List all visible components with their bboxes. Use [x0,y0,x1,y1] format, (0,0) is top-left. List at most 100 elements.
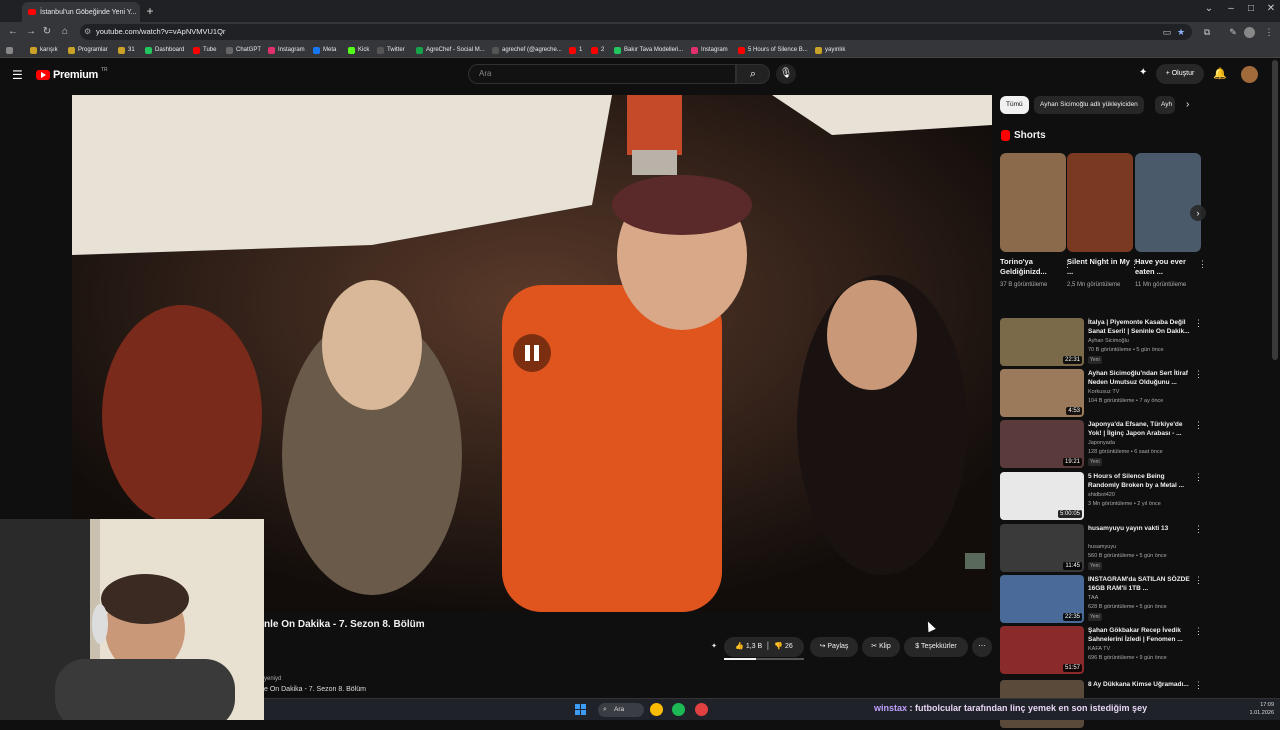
channel-name[interactable]: KAFA TV [1088,646,1110,652]
video-title[interactable]: 5 Hours of Silence Being Randomly Broken… [1088,472,1192,491]
short-thumbnail[interactable] [1067,153,1133,252]
video-thumbnail[interactable]: 4:53 [1000,369,1084,417]
short-card[interactable]: Torino'ya Geldiğinizd... 37 B görüntülem… [1000,153,1072,289]
channel-name[interactable]: Korkusuz TV [1088,389,1119,395]
youtube-premium-logo[interactable]: Premium TR [36,67,108,81]
short-card[interactable]: Silent Night in My ... 2,5 Mn görüntülem… [1067,153,1139,289]
thanks-button[interactable]: $ Teşekkürler [904,637,968,657]
channel-name[interactable]: Japonyada [1088,440,1115,446]
chip-uploader[interactable]: Ayhan Sicimoğlu adlı yükleyiciden [1034,96,1144,114]
edit-icon[interactable]: ✎ [1226,26,1240,38]
pause-icon[interactable] [513,334,551,372]
channel-name[interactable]: shidbot420 [1088,492,1115,498]
recommended-video[interactable]: 22:35 INSTAGRAM'da SATILAN SÖZDE 16GB RAM… [1000,575,1204,625]
channel-name[interactable]: Ayhan Sicimoğlu [1088,338,1129,344]
video-menu-icon[interactable]: ⋮ [1194,680,1203,691]
shorts-next-icon[interactable]: › [1190,205,1206,221]
bookmark-item[interactable]: Instagram [268,45,305,55]
chip-more[interactable]: Ayh [1155,96,1175,114]
dislike-icon[interactable]: 👎 [774,643,783,650]
bookmark-item[interactable]: Meta [313,45,336,55]
bookmark-item[interactable]: 5 Hours of Silence B... [738,45,808,55]
create-button[interactable]: + Oluştur [1156,64,1204,84]
short-title[interactable]: Torino'ya Geldiğinizd... [1000,257,1066,279]
tab-search-icon[interactable]: ⌄ [1200,3,1218,14]
bookmark-item[interactable]: Twitter [377,45,405,55]
video-title[interactable]: İtalya | Piyemonte Kasaba Değil Sanat Es… [1088,318,1192,337]
video-menu-icon[interactable]: ⋮ [1194,472,1203,483]
short-thumbnail[interactable] [1135,153,1201,252]
video-title[interactable]: Japonya'da Efsane, Türkiye'de Yok! | İlg… [1088,420,1192,439]
page-scrollbar[interactable] [1272,60,1278,360]
extensions-icon[interactable]: ⧉ [1200,26,1214,38]
new-tab-icon[interactable]: + [142,3,158,19]
bookmark-item[interactable]: 31 [118,45,135,55]
bookmark-item[interactable]: Tube [193,45,216,55]
search-input[interactable]: Ara [468,64,736,84]
bookmark-item[interactable]: Instagram [691,45,728,55]
recommended-video[interactable]: 51:57 Şahan Gökbakar Recep İvedik Sahnele… [1000,626,1204,676]
chip-all[interactable]: Tümü [1000,96,1029,114]
bookmark-item[interactable]: karışık [30,45,58,55]
reload-icon[interactable]: ↻ [40,25,54,39]
taskbar-clock[interactable]: 17:09 1.01.2026 [1244,701,1274,717]
bookmark-item[interactable]: Bakır Tava Modelleri... [614,45,683,55]
ai-assist-icon[interactable]: ✦ [706,637,722,657]
home-icon[interactable]: ⌂ [58,25,72,39]
video-title[interactable]: 8 Ay Dükkana Kimse Uğramadı... [1088,680,1192,699]
video-menu-icon[interactable]: ⋮ [1194,626,1203,637]
short-card[interactable]: Have you ever eaten ... 11 Mn görüntülem… [1135,153,1207,289]
channel-name[interactable]: husamyuyu [1088,544,1116,550]
recommended-video[interactable]: 19:21 Japonya'da Efsane, Türkiye'de Yok! … [1000,420,1204,470]
video-menu-icon[interactable]: ⋮ [1194,318,1203,329]
short-title[interactable]: Silent Night in My ... [1067,257,1133,279]
bookmark-item[interactable]: AgreChef - Social M... [416,45,485,55]
menu-kebab-icon[interactable]: ⋮ [1262,26,1276,38]
channel-name[interactable]: TAA [1088,595,1098,601]
maximize-icon[interactable]: □ [1242,3,1260,14]
spotify-icon[interactable] [672,703,685,716]
chevron-right-icon[interactable]: › [1180,96,1195,114]
cast-icon[interactable]: ▭ [1160,26,1174,38]
channel-name[interactable]: yeniyd [264,676,281,682]
notifications-bell-icon[interactable]: 🔔 [1213,67,1227,80]
search-icon[interactable]: ⌕ [736,64,770,84]
profile-icon[interactable] [1244,27,1255,38]
recommended-video[interactable]: 11:45 husamyuyu yayın vakti 13 husamyuyu 56… [1000,524,1204,574]
avatar[interactable] [1241,66,1258,83]
description-text[interactable]: e On Dakika - 7. Sezon 8. Bölüm [264,686,366,693]
clip-button[interactable]: ✂ Klip [862,637,900,657]
taskbar-search[interactable]: ⌕ Ara [598,703,644,717]
bookmark-item[interactable]: yayınlık [815,45,845,55]
bookmark-item[interactable]: Programlar [68,45,108,55]
recommended-video[interactable]: 5:00:05 5 Hours of Silence Being Randomly… [1000,472,1204,522]
like-icon[interactable]: 👍 [735,643,744,650]
app-icon[interactable] [695,703,708,716]
bookmark-item[interactable]: Kick [348,45,369,55]
chrome-icon[interactable] [650,703,663,716]
bookmark-star-icon[interactable]: ★ [1174,26,1188,38]
video-thumbnail[interactable]: 11:45 [1000,524,1084,572]
bookmark-item[interactable]: ChatGPT [226,45,261,55]
video-menu-icon[interactable]: ⋮ [1194,575,1203,586]
hamburger-menu-icon[interactable]: ☰ [12,68,23,82]
short-title[interactable]: Have you ever eaten ... [1135,257,1201,279]
video-menu-icon[interactable]: ⋮ [1194,524,1203,535]
video-title[interactable]: Ayhan Sicimoğlu'ndan Sert İtiraf Neden U… [1088,369,1192,388]
video-menu-icon[interactable]: ⋮ [1194,369,1203,380]
video-thumbnail[interactable]: 22:35 [1000,575,1084,623]
site-info-icon[interactable]: ⚙ [84,24,91,40]
back-icon[interactable]: ← [6,25,20,39]
windows-start-icon[interactable] [575,704,587,716]
video-title[interactable]: husamyuyu yayın vakti 13 [1088,524,1192,543]
apps-grid-icon[interactable] [6,45,13,55]
address-bar[interactable]: ⚙ youtube.com/watch?v=vApNVMVU1Qr [80,24,1192,40]
like-dislike-button[interactable]: 👍 1,3 B │ 👎 26 [724,637,804,657]
window-close-icon[interactable]: ✕ [1262,3,1280,14]
bookmark-item[interactable]: 2 [591,45,604,55]
video-thumbnail[interactable]: 19:21 [1000,420,1084,468]
bookmark-item[interactable]: agrechef (@agreche... [492,45,562,55]
short-menu-icon[interactable]: ⋮ [1198,259,1207,270]
bookmark-item[interactable]: 1 [569,45,582,55]
ask-ai-icon[interactable]: ✦ [1139,67,1147,78]
